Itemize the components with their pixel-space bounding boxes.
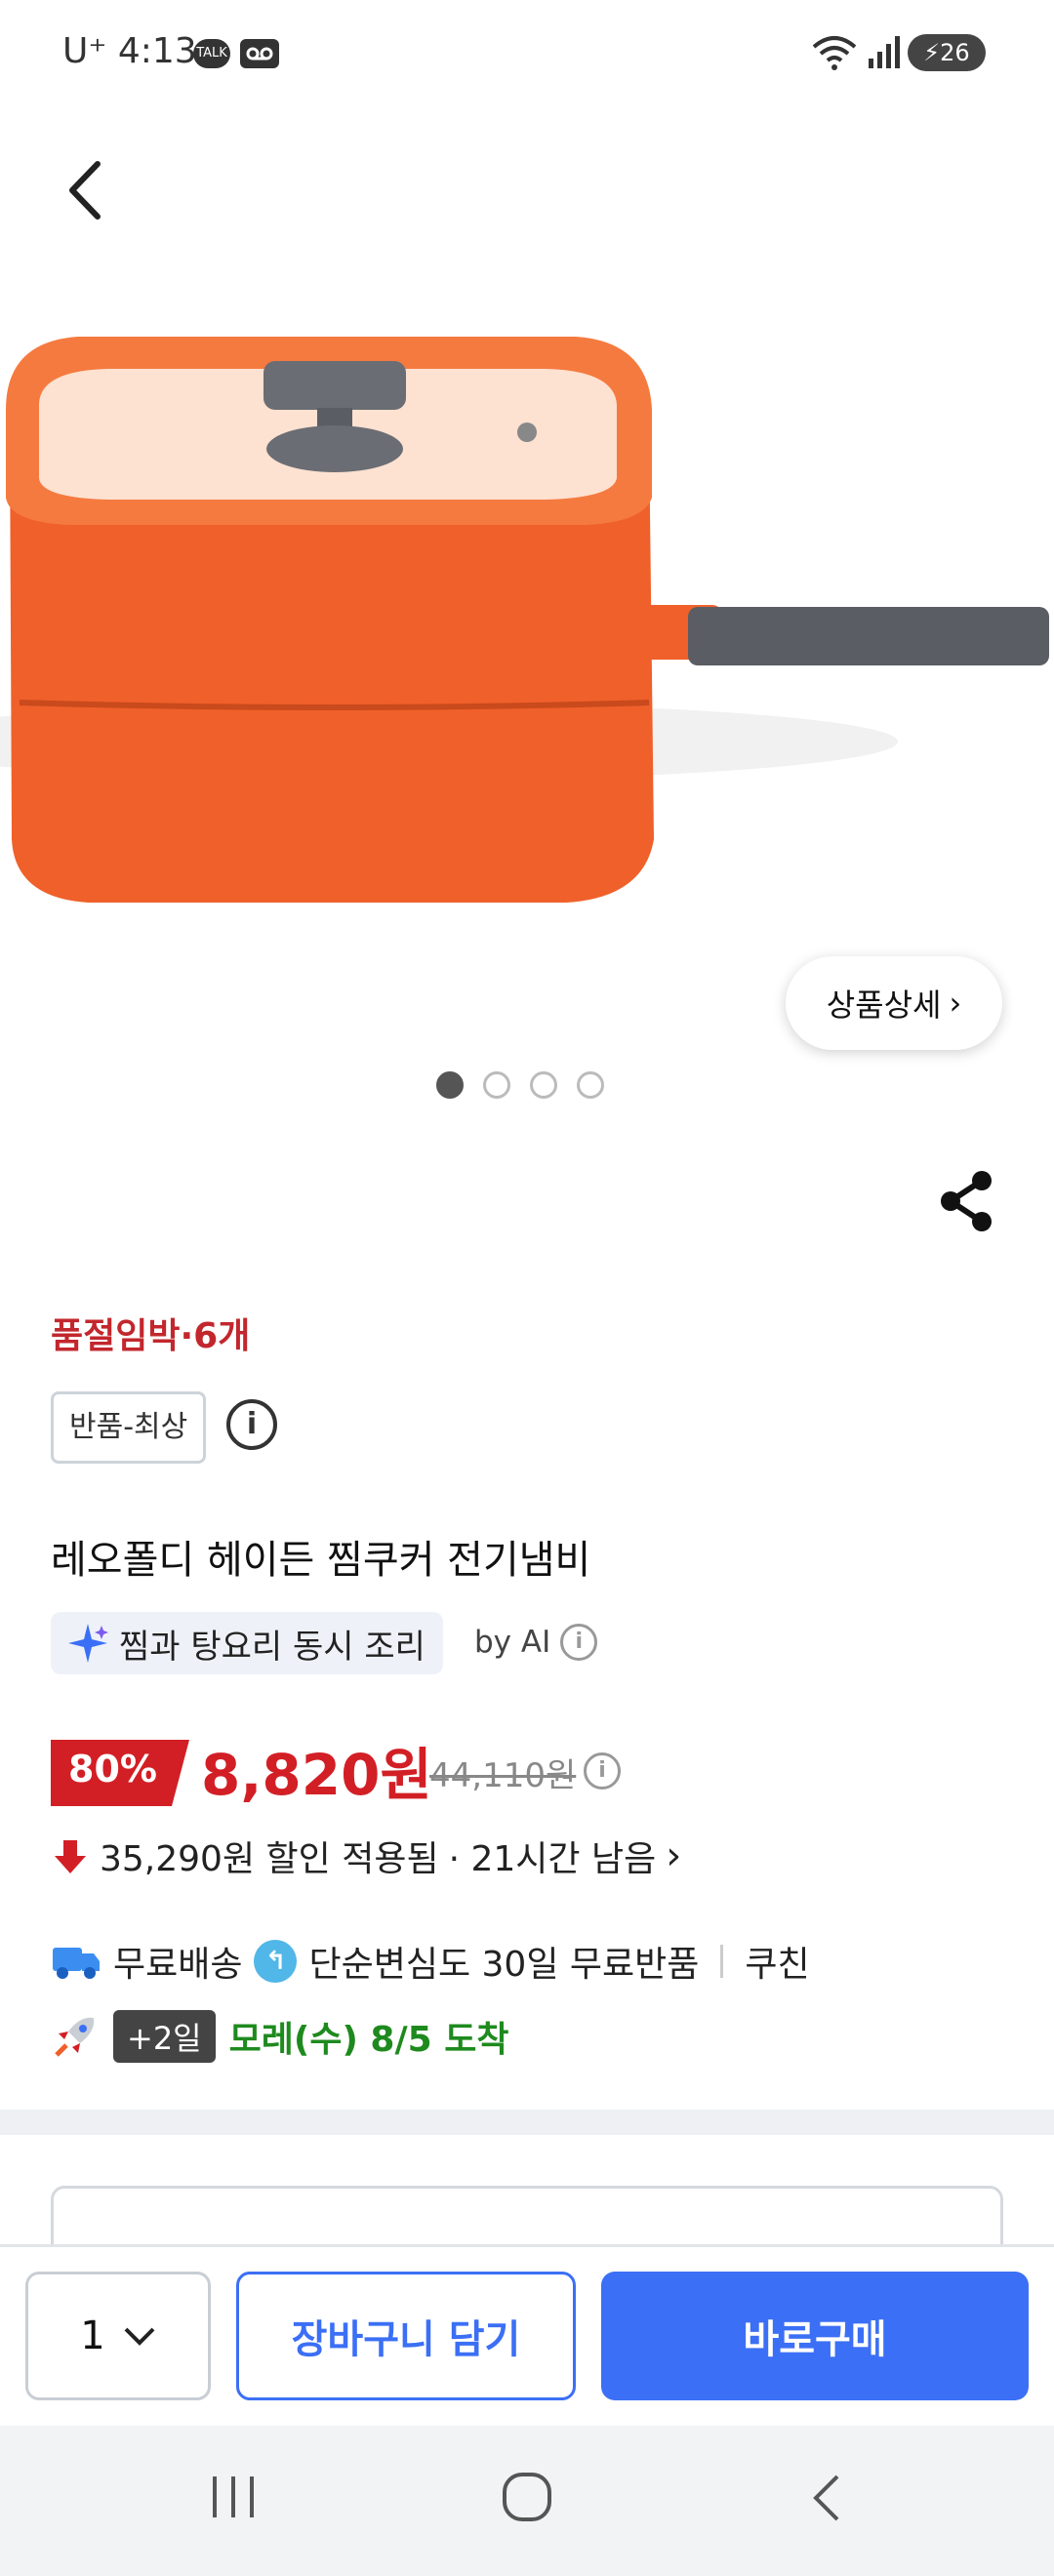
- quantity-selector[interactable]: 1: [25, 2272, 211, 2400]
- arrival-extra-days-badge: +2일: [113, 2010, 216, 2063]
- ai-attribution: by AI i: [474, 1624, 598, 1661]
- share-icon: [941, 1171, 992, 1231]
- status-bar: U⁺ 4:13 TALK ⚡26: [0, 0, 1054, 107]
- divider: [720, 1945, 724, 1978]
- time-left-text: · 21시간 남음: [448, 1839, 657, 1879]
- discount-rate-text: 80%: [68, 1748, 157, 1791]
- chevron-left-icon: [69, 161, 101, 220]
- quantity-value: 1: [80, 2314, 105, 2358]
- free-return-text: 단순변심도 30일 무료반품: [308, 1945, 700, 1985]
- home-icon[interactable]: [501, 2471, 553, 2527]
- arrival-date-text: 모레(수) 8/5 도착: [228, 2020, 509, 2060]
- nav-back-icon[interactable]: [806, 2471, 845, 2529]
- chevron-down-icon: [124, 2327, 155, 2346]
- buy-now-button[interactable]: 바로구매: [601, 2272, 1029, 2400]
- share-button[interactable]: [937, 1169, 995, 1233]
- section-divider: [0, 2110, 1054, 2135]
- info-icon[interactable]: i: [560, 1624, 598, 1661]
- sale-price: 8,820원: [201, 1742, 432, 1808]
- pagination-dot[interactable]: [436, 1071, 464, 1099]
- stock-notice: 품절임박·6개: [51, 1316, 251, 1356]
- arrival-info-row: +2일 모레(수) 8/5 도착: [51, 2010, 508, 2063]
- original-price: 44,110원: [429, 1756, 577, 1795]
- sparkle-icon: [68, 1624, 108, 1663]
- battery-indicator: ⚡26: [908, 34, 986, 71]
- back-button[interactable]: [61, 156, 109, 224]
- voicemail-icon: [240, 39, 279, 72]
- chevron-right-icon: ›: [666, 1833, 682, 1878]
- recent-apps-icon[interactable]: [209, 2473, 258, 2525]
- kakaotalk-icon: TALK: [193, 39, 230, 68]
- image-pagination: [436, 1071, 604, 1099]
- ai-attribution-label: by AI: [474, 1625, 551, 1660]
- arrow-down-icon: [55, 1840, 86, 1873]
- chevron-right-icon: ›: [949, 985, 962, 1022]
- system-navigation-bar: [0, 2426, 1054, 2576]
- return-arrow-icon: ↰: [254, 1940, 298, 1983]
- return-condition-badge: 반품-최상: [51, 1391, 207, 1464]
- product-title: 레오폴디 헤이든 찜쿠커 전기냄비: [51, 1538, 591, 1583]
- seller-name[interactable]: 쿠친: [745, 1936, 809, 1987]
- rocket-icon: [55, 2017, 95, 2057]
- discount-info-row[interactable]: 35,290원 할인 적용됨 · 21시간 남음 ›: [51, 1831, 681, 1881]
- pagination-dot[interactable]: [577, 1071, 604, 1099]
- product-detail-label: 상품상세: [826, 986, 942, 1024]
- pagination-dot[interactable]: [483, 1071, 510, 1099]
- ai-summary-text: 찜과 탕요리 동시 조리: [119, 1627, 426, 1667]
- product-image[interactable]: [0, 293, 1054, 976]
- status-time: U⁺ 4:13: [62, 31, 197, 71]
- discount-applied-text: 35,290원 할인 적용됨: [100, 1839, 439, 1879]
- add-to-cart-button[interactable]: 장바구니 담기: [236, 2272, 576, 2400]
- truck-icon: [53, 1948, 100, 1979]
- signal-icon: [867, 35, 902, 74]
- info-icon[interactable]: i: [584, 1752, 621, 1790]
- shipping-info-row: 무료배송 ↰ 단순변심도 30일 무료반품 쿠친: [51, 1936, 810, 1987]
- info-icon[interactable]: i: [226, 1399, 277, 1450]
- product-detail-button[interactable]: 상품상세 ›: [786, 956, 1002, 1050]
- pagination-dot[interactable]: [530, 1071, 557, 1099]
- ai-summary-chip: 찜과 탕요리 동시 조리: [51, 1612, 443, 1674]
- free-shipping-text: 무료배송: [113, 1945, 243, 1985]
- discount-rate-badge: 80%: [51, 1740, 189, 1806]
- wifi-icon: [810, 33, 859, 76]
